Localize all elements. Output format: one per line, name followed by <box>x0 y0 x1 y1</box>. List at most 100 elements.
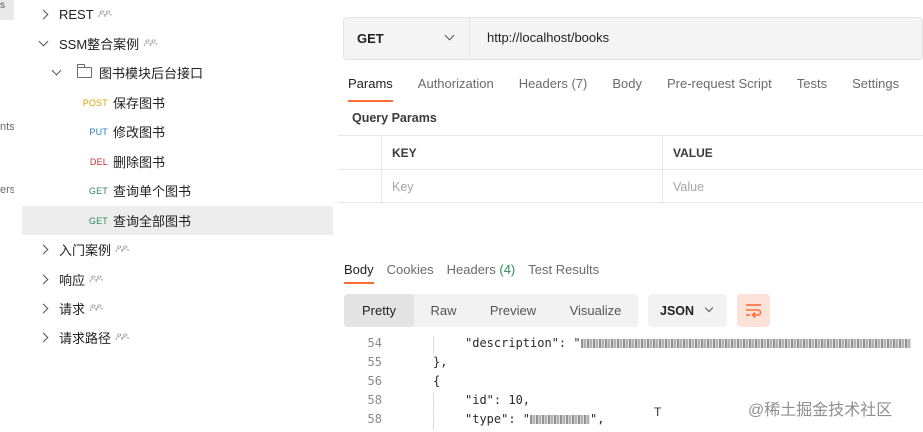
wrap-lines-button[interactable] <box>737 294 770 327</box>
table-row: Key Value <box>338 169 923 204</box>
tree-item-label: REST <box>59 7 94 22</box>
language-select[interactable]: JSON <box>648 294 727 327</box>
tree-item-label: 保存图书 <box>113 96 166 111</box>
tab-pre-request-script[interactable]: Pre-request Script <box>667 76 772 102</box>
tree-item-delete-book[interactable]: DEL 删除图书 <box>22 147 333 176</box>
method-select-value: GET <box>357 31 384 46</box>
chevron-down-icon[interactable] <box>36 36 50 47</box>
tab-params[interactable]: Params <box>348 76 393 102</box>
line-number: 58 <box>367 412 382 426</box>
rail-fragment-1: nts <box>0 121 14 133</box>
url-input[interactable]: http://localhost/books <box>487 30 609 45</box>
watermark: @稀土掘金技术社区 <box>748 402 893 419</box>
tree-item-get-one-book[interactable]: GET 查询单个图书 <box>22 176 333 205</box>
tree-item-get-all-books[interactable]: GET 查询全部图书 <box>22 206 333 235</box>
line-number: 54 <box>367 336 382 350</box>
code-text: { <box>433 374 441 388</box>
method-badge-put: PUT <box>89 126 108 137</box>
text-cursor-icon: T <box>654 405 662 419</box>
query-params-title: Query Params <box>352 111 437 125</box>
chevron-down-icon[interactable] <box>49 65 63 76</box>
chevron-right-icon[interactable] <box>36 274 50 285</box>
line-number: 58 <box>367 393 382 407</box>
method-badge-get: GET <box>88 185 108 196</box>
table-header-row: KEY VALUE <box>338 135 923 170</box>
tree-item-label: 查询单个图书 <box>113 184 192 199</box>
code-text: }, <box>433 355 448 369</box>
rail-fragment-2: ers <box>0 184 14 196</box>
chevron-right-icon[interactable] <box>36 332 50 343</box>
tree-item-rest[interactable]: REST ዶዶ <box>22 0 333 29</box>
method-badge-get: GET <box>88 215 108 226</box>
format-pretty-button[interactable]: Pretty <box>344 294 414 327</box>
value-input[interactable]: Value <box>662 170 923 204</box>
people-icon: ዶዶ <box>97 8 112 20</box>
people-icon: ዶዶ <box>89 302 103 314</box>
people-icon: ዶዶ <box>143 37 157 49</box>
tab-settings[interactable]: Settings <box>852 76 899 102</box>
tree-item-label: SSM整合案例 <box>59 37 140 52</box>
format-toggle-group: Pretty Raw Preview Visualize <box>344 294 638 327</box>
tree-item-label: 查询全部图书 <box>113 214 192 229</box>
method-select[interactable]: GET <box>344 18 470 59</box>
tree-item-label: 入门案例 <box>59 243 112 258</box>
request-tabs: Params Authorization Headers (7) Body Pr… <box>348 76 923 102</box>
people-icon: ዶዶ <box>115 331 129 343</box>
tree-item-label: 请求路径 <box>59 331 112 346</box>
code-line: 56 { <box>333 374 923 392</box>
key-column-header: KEY <box>392 146 417 160</box>
response-tab-cookies[interactable]: Cookies <box>387 262 434 284</box>
tree-item-request[interactable]: 请求 ዶዶ <box>22 294 333 323</box>
line-number: 55 <box>367 355 382 369</box>
chevron-right-icon[interactable] <box>36 9 50 20</box>
language-select-value: JSON <box>660 303 695 318</box>
tree-item-folder[interactable]: 图书模块后台接口 <box>22 58 333 87</box>
response-tabs: Body Cookies Headers (4) Test Results <box>344 262 612 284</box>
code-text: "description": " <box>465 336 911 350</box>
response-tab-test-results[interactable]: Test Results <box>528 262 599 284</box>
people-icon: ዶዶ <box>115 243 129 255</box>
line-number: 56 <box>367 374 382 388</box>
left-rail: s nts ers <box>0 0 22 432</box>
tree-item-update-book[interactable]: PUT 修改图书 <box>22 117 333 146</box>
tab-tests[interactable]: Tests <box>797 76 827 102</box>
chevron-down-icon <box>444 30 455 41</box>
request-panel: GET http://localhost/books Params Author… <box>333 0 923 432</box>
query-params-table: KEY VALUE Key Value <box>338 135 923 204</box>
folder-icon <box>76 64 92 78</box>
tab-authorization[interactable]: Authorization <box>418 76 494 102</box>
format-preview-button[interactable]: Preview <box>473 294 553 327</box>
tree-item-intro[interactable]: 入门案例 ዶዶ <box>22 235 333 264</box>
url-bar: GET http://localhost/books <box>343 17 923 60</box>
response-tab-body[interactable]: Body <box>344 262 374 284</box>
tab-body[interactable]: Body <box>612 76 642 102</box>
tab-headers[interactable]: Headers (7) <box>519 76 588 102</box>
tree-item-ssm[interactable]: SSM整合案例 ዶዶ <box>22 29 333 58</box>
method-badge-post: POST <box>82 97 108 108</box>
tree-item-label: 删除图书 <box>113 155 166 170</box>
response-tab-headers[interactable]: Headers (4) <box>447 262 516 284</box>
people-icon: ዶዶ <box>89 273 103 285</box>
chevron-right-icon[interactable] <box>36 244 50 255</box>
tree-item-label: 图书模块后台接口 <box>99 66 204 81</box>
format-visualize-button[interactable]: Visualize <box>553 294 638 327</box>
chevron-down-icon <box>704 303 714 313</box>
tree-item-save-book[interactable]: POST 保存图书 <box>22 88 333 117</box>
wrap-lines-icon <box>746 304 762 318</box>
chevron-right-icon[interactable] <box>36 303 50 314</box>
method-badge-del: DEL <box>89 156 108 167</box>
rail-top-tab[interactable]: s <box>0 0 14 20</box>
value-column-header: VALUE <box>673 146 713 160</box>
tree-item-label: 响应 <box>59 273 86 288</box>
tree-item-label: 请求 <box>59 302 86 317</box>
tree-item-response[interactable]: 响应 ዶዶ <box>22 265 333 294</box>
collection-sidebar: REST ዶዶ SSM整合案例 ዶዶ 图书模块后台接口 POST 保存图书 PU… <box>22 0 333 432</box>
code-line: 54 "description": " <box>333 336 923 354</box>
code-text: "id": 10, <box>465 393 531 407</box>
format-raw-button[interactable]: Raw <box>414 294 473 327</box>
tree-item-label: 修改图书 <box>113 125 166 140</box>
code-text: "type": " ", <box>465 412 605 426</box>
key-input[interactable]: Key <box>381 170 662 204</box>
code-line: 55 }, <box>333 355 923 373</box>
tree-item-request-path[interactable]: 请求路径 ዶዶ <box>22 323 333 352</box>
